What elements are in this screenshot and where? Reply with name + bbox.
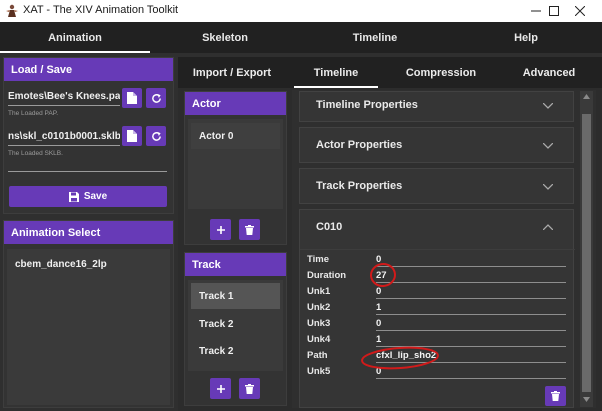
annotation-circles xyxy=(361,262,439,370)
refresh-icon xyxy=(151,93,161,103)
animation-list: cbem_dance16_2lp xyxy=(7,249,170,405)
tab-timeline[interactable]: Timeline xyxy=(300,22,450,53)
duration-annotation-circle xyxy=(370,262,396,288)
empty-field-underline xyxy=(8,171,167,172)
tab-advanced[interactable]: Advanced xyxy=(496,57,602,88)
sklb-path-underline xyxy=(8,145,120,146)
c010-title[interactable]: C010 xyxy=(316,221,342,233)
field-label: Duration xyxy=(307,270,347,281)
track-panel: Track Track 1 Track 2 Track 2 xyxy=(184,252,287,406)
load-save-panel: Load / Save Emotes\Bee's Knees.pap The L… xyxy=(3,57,174,214)
sklb-path-field[interactable]: ns\skl_c0101b0001.sklb xyxy=(8,131,120,142)
reload-pap-button[interactable] xyxy=(146,88,166,108)
main-tab-bar: Animation Skeleton Timeline Help xyxy=(0,22,602,53)
tab-import-export[interactable]: Import / Export xyxy=(178,57,286,88)
scroll-down-icon[interactable] xyxy=(583,397,590,402)
tab-compression[interactable]: Compression xyxy=(386,57,496,88)
field-label: Time xyxy=(307,254,330,265)
actor-properties-title: Actor Properties xyxy=(316,139,403,151)
field-label: Unk1 xyxy=(307,286,331,297)
reload-sklb-button[interactable] xyxy=(146,126,166,146)
save-label: Save xyxy=(83,191,108,202)
tab-skeleton[interactable]: Skeleton xyxy=(150,22,300,53)
file-icon xyxy=(127,130,137,142)
trash-icon xyxy=(551,391,560,401)
c010-divider xyxy=(300,249,575,250)
vertical-scrollbar[interactable] xyxy=(580,91,593,407)
field-label: Unk4 xyxy=(307,334,331,345)
trash-icon xyxy=(245,383,254,394)
chevron-up-icon[interactable] xyxy=(543,224,553,230)
track-properties-title: Track Properties xyxy=(316,180,403,192)
delete-track-button[interactable] xyxy=(239,378,260,399)
file-icon xyxy=(127,92,137,104)
load-save-header: Load / Save xyxy=(4,58,173,81)
add-actor-button[interactable] xyxy=(210,219,231,240)
save-icon xyxy=(68,191,79,202)
tab-timeline-sub[interactable]: Timeline xyxy=(286,57,386,88)
plus-icon xyxy=(216,225,225,234)
add-track-button[interactable] xyxy=(210,378,231,399)
animation-select-panel: Animation Select cbem_dance16_2lp xyxy=(3,220,174,408)
list-item[interactable]: Actor 0 xyxy=(191,123,280,149)
tab-animation[interactable]: Animation xyxy=(0,22,150,53)
window-title: XAT - The XIV Animation Toolkit xyxy=(23,4,179,16)
save-button[interactable]: Save xyxy=(9,186,167,207)
list-item[interactable]: Track 2 xyxy=(191,311,280,337)
list-item[interactable]: cbem_dance16_2lp xyxy=(7,251,170,277)
open-pap-button[interactable] xyxy=(122,88,142,108)
app-logo-icon xyxy=(6,4,18,17)
plus-icon xyxy=(216,384,225,393)
close-icon xyxy=(575,6,585,16)
pap-path-underline xyxy=(8,105,120,106)
actor-list: Actor 0 xyxy=(188,119,283,209)
chevron-down-icon xyxy=(543,184,553,190)
field-label: Unk3 xyxy=(307,318,331,329)
open-sklb-button[interactable] xyxy=(122,126,142,146)
sub-tab-bar: Import / Export Timeline Compression Adv… xyxy=(178,57,602,88)
list-item[interactable]: Track 2 xyxy=(191,338,280,364)
actor-properties-expander[interactable]: Actor Properties xyxy=(299,127,574,163)
trash-icon xyxy=(245,224,254,235)
field-label: Unk2 xyxy=(307,302,331,313)
track-header: Track xyxy=(185,253,286,276)
sklb-hint: The Loaded SKLB. xyxy=(8,150,63,157)
chevron-down-icon xyxy=(543,143,553,149)
tab-help[interactable]: Help xyxy=(450,22,602,53)
track-properties-expander[interactable]: Track Properties xyxy=(299,168,574,204)
scrollbar-thumb[interactable] xyxy=(582,114,591,392)
path-annotation-circle xyxy=(361,346,439,370)
actor-panel: Actor Actor 0 xyxy=(184,91,287,245)
field-label: Unk5 xyxy=(307,366,331,377)
pap-path-field[interactable]: Emotes\Bee's Knees.pap xyxy=(8,91,120,102)
close-button[interactable] xyxy=(558,0,602,22)
title-bar: XAT - The XIV Animation Toolkit xyxy=(0,0,602,22)
field-underline xyxy=(376,378,566,379)
animation-select-header: Animation Select xyxy=(4,221,173,244)
field-label: Path xyxy=(307,350,328,361)
chevron-down-icon xyxy=(543,103,553,109)
scroll-up-icon[interactable] xyxy=(583,94,590,99)
timeline-properties-expander[interactable]: Timeline Properties xyxy=(299,91,574,122)
timeline-properties-title: Timeline Properties xyxy=(316,99,418,111)
refresh-icon xyxy=(151,131,161,141)
delete-entry-button[interactable] xyxy=(545,386,566,406)
pap-hint: The Loaded PAP. xyxy=(8,110,58,117)
actor-header: Actor xyxy=(185,92,286,115)
list-item[interactable]: Track 1 xyxy=(191,283,280,309)
delete-actor-button[interactable] xyxy=(239,219,260,240)
track-list: Track 1 Track 2 Track 2 xyxy=(188,280,283,371)
